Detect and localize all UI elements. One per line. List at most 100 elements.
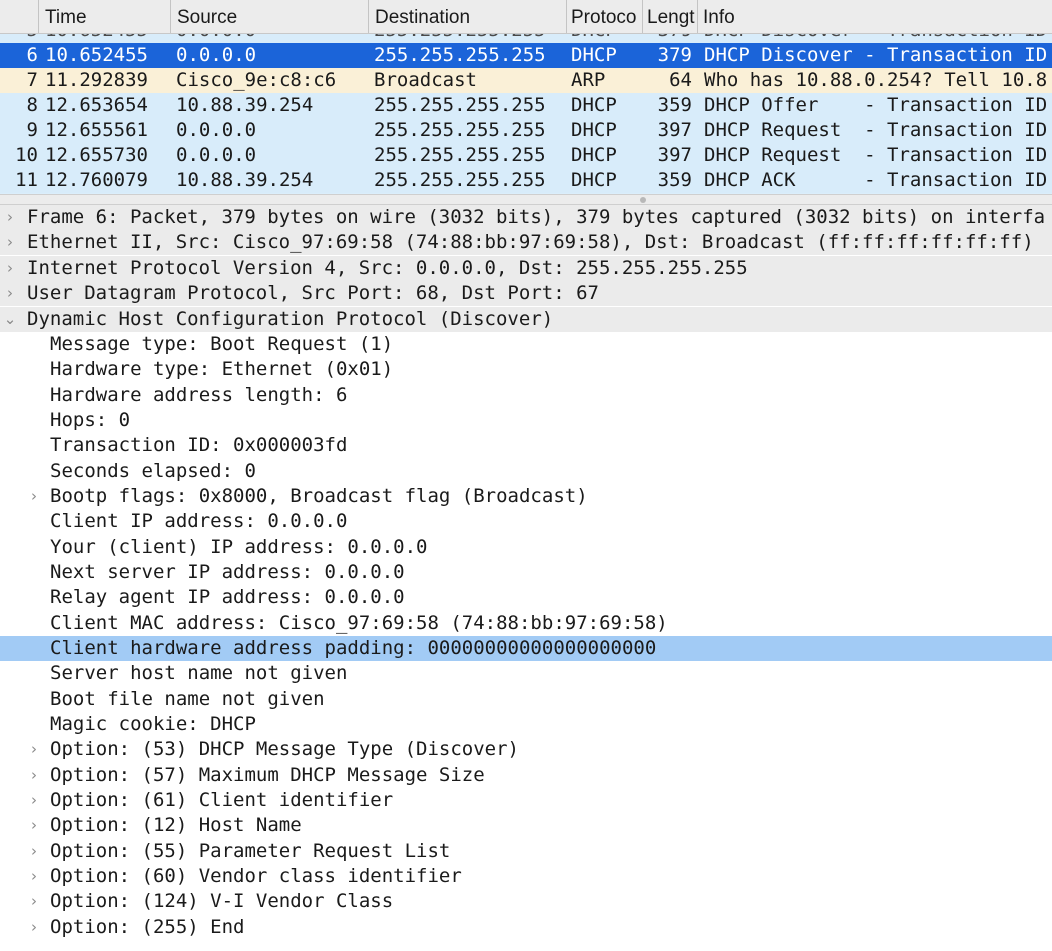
tree-item-label: Frame 6: Packet, 379 bytes on wire (3032… [27,206,1046,228]
packet-destination: 255.255.255.255 [374,119,546,141]
tree-option-57[interactable]: › Option: (57) Maximum DHCP Message Size [0,763,1052,788]
tree-item-ethernet[interactable]: › Ethernet II, Src: Cisco_97:69:58 (74:8… [0,230,1052,255]
column-header-info[interactable]: Info [697,0,1052,33]
tree-item-label: Boot file name not given [50,688,325,710]
packet-protocol: ARP [571,69,606,91]
tree-field-client-ip[interactable]: Client IP address: 0.0.0.0 [0,509,1052,534]
chevron-down-icon[interactable]: ⌄ [3,307,17,332]
splitter-handle-icon[interactable] [640,197,646,203]
tree-field-relay-agent-ip[interactable]: Relay agent IP address: 0.0.0.0 [0,585,1052,610]
chevron-right-icon[interactable]: › [27,889,41,914]
tree-item-ipv4[interactable]: › Internet Protocol Version 4, Src: 0.0.… [0,256,1052,281]
packet-row-9[interactable]: 9 12.655561 0.0.0.0 255.255.255.255 DHCP… [0,118,1052,143]
packet-time: 12.760079 [45,169,148,191]
tree-field-bootp-flags[interactable]: › Bootp flags: 0x8000, Broadcast flag (B… [0,484,1052,509]
tree-item-label: Hardware type: Ethernet (0x01) [50,358,394,380]
tree-option-255[interactable]: › Option: (255) End [0,915,1052,940]
packet-no: 7 [26,69,38,91]
chevron-right-icon[interactable]: › [3,230,17,255]
chevron-right-icon[interactable]: › [27,484,41,509]
chevron-right-icon[interactable]: › [3,205,17,230]
packet-protocol: DHCP [571,169,617,191]
packet-source: 0.0.0.0 [176,119,257,141]
tree-option-53[interactable]: › Option: (53) DHCP Message Type (Discov… [0,737,1052,762]
packet-length: 359 [657,94,692,116]
packet-time: 12.655561 [45,119,148,141]
column-header-source[interactable]: Source [170,0,368,33]
tree-option-55[interactable]: › Option: (55) Parameter Request List [0,839,1052,864]
packet-no: 10 [15,144,38,166]
tree-item-label: Option: (12) Host Name [50,814,302,836]
chevron-right-icon[interactable]: › [27,915,41,940]
tree-field-server-host-name[interactable]: Server host name not given [0,661,1052,686]
tree-item-label: Option: (60) Vendor class identifier [50,865,462,887]
tree-field-next-server-ip[interactable]: Next server IP address: 0.0.0.0 [0,560,1052,585]
tree-item-label: Next server IP address: 0.0.0.0 [50,561,405,583]
packet-no: 11 [15,169,38,191]
packet-time: 12.655730 [45,144,148,166]
column-header-length[interactable]: Lengt [642,0,697,33]
tree-item-frame[interactable]: › Frame 6: Packet, 379 bytes on wire (30… [0,205,1052,230]
packet-source: 10.88.39.254 [176,169,314,191]
column-header-protocol[interactable]: Protoco [566,0,642,33]
tree-option-12[interactable]: › Option: (12) Host Name [0,813,1052,838]
tree-item-label: Bootp flags: 0x8000, Broadcast flag (Bro… [50,485,588,507]
packet-time: 10.652455 [45,34,148,43]
packet-destination: 255.255.255.255 [374,34,546,43]
chevron-right-icon[interactable]: › [3,281,17,306]
packet-protocol: DHCP [571,94,617,116]
tree-item-dhcp[interactable]: ⌄ Dynamic Host Configuration Protocol (D… [0,307,1052,332]
tree-field-hardware-type[interactable]: Hardware type: Ethernet (0x01) [0,357,1052,382]
chevron-right-icon[interactable]: › [27,737,41,762]
column-header-no[interactable] [0,0,38,33]
tree-field-hw-address-padding[interactable]: Client hardware address padding: 0000000… [0,636,1052,661]
chevron-right-icon[interactable]: › [27,839,41,864]
packet-row-partial[interactable]: 5 10.652455 0.0.0.0 255.255.255.255 DHCP… [0,34,1052,43]
packet-protocol: DHCP [571,144,617,166]
tree-option-61[interactable]: › Option: (61) Client identifier [0,788,1052,813]
packet-length: 379 [657,44,692,66]
tree-field-boot-file-name[interactable]: Boot file name not given [0,687,1052,712]
tree-item-label: Hardware address length: 6 [50,384,348,406]
tree-field-hw-address-length[interactable]: Hardware address length: 6 [0,383,1052,408]
chevron-right-icon[interactable]: › [27,788,41,813]
tree-field-client-mac[interactable]: Client MAC address: Cisco_97:69:58 (74:8… [0,611,1052,636]
tree-item-label: Client MAC address: Cisco_97:69:58 (74:8… [50,612,668,634]
tree-field-message-type[interactable]: Message type: Boot Request (1) [0,332,1052,357]
tree-item-udp[interactable]: › User Datagram Protocol, Src Port: 68, … [0,281,1052,306]
packet-time: 11.292839 [45,69,148,91]
chevron-right-icon[interactable]: › [27,813,41,838]
packet-no: 5 [0,34,38,43]
tree-item-label: Hops: 0 [50,409,131,431]
column-header-destination[interactable]: Destination [368,0,566,33]
packet-info: DHCP Discover - Transaction ID [704,44,1048,66]
packet-time: 10.652455 [45,44,148,66]
tree-field-magic-cookie[interactable]: Magic cookie: DHCP [0,712,1052,737]
tree-item-label: Transaction ID: 0x000003fd [50,434,348,456]
column-header-time[interactable]: Time [38,0,170,33]
packet-row-6[interactable]: 6 10.652455 0.0.0.0 255.255.255.255 DHCP… [0,43,1052,68]
packet-row-7[interactable]: 7 11.292839 Cisco_9e:c8:c6 Broadcast ARP… [0,68,1052,93]
chevron-right-icon[interactable]: › [27,864,41,889]
tree-field-hops[interactable]: Hops: 0 [0,408,1052,433]
packet-protocol: DHCP [571,34,617,43]
packet-destination: 255.255.255.255 [374,94,546,116]
packet-detail-tree: › Frame 6: Packet, 379 bytes on wire (30… [0,205,1052,951]
tree-item-label: Server host name not given [50,662,348,684]
chevron-right-icon[interactable]: › [27,763,41,788]
tree-field-your-ip[interactable]: Your (client) IP address: 0.0.0.0 [0,535,1052,560]
packet-row-11[interactable]: 11 12.760079 10.88.39.254 255.255.255.25… [0,168,1052,193]
tree-option-124[interactable]: › Option: (124) V-I Vendor Class [0,889,1052,914]
tree-item-label: Internet Protocol Version 4, Src: 0.0.0.… [27,257,748,279]
pane-splitter[interactable] [0,194,1052,205]
packet-protocol: DHCP [571,119,617,141]
tree-option-60[interactable]: › Option: (60) Vendor class identifier [0,864,1052,889]
packet-info: DHCP Offer - Transaction ID [704,94,1048,116]
tree-item-label: Option: (53) DHCP Message Type (Discover… [50,738,519,760]
tree-item-label: Option: (255) End [50,916,245,938]
packet-row-8[interactable]: 8 12.653654 10.88.39.254 255.255.255.255… [0,93,1052,118]
chevron-right-icon[interactable]: › [3,256,17,281]
packet-row-10[interactable]: 10 12.655730 0.0.0.0 255.255.255.255 DHC… [0,143,1052,168]
tree-field-seconds-elapsed[interactable]: Seconds elapsed: 0 [0,459,1052,484]
tree-field-transaction-id[interactable]: Transaction ID: 0x000003fd [0,433,1052,458]
